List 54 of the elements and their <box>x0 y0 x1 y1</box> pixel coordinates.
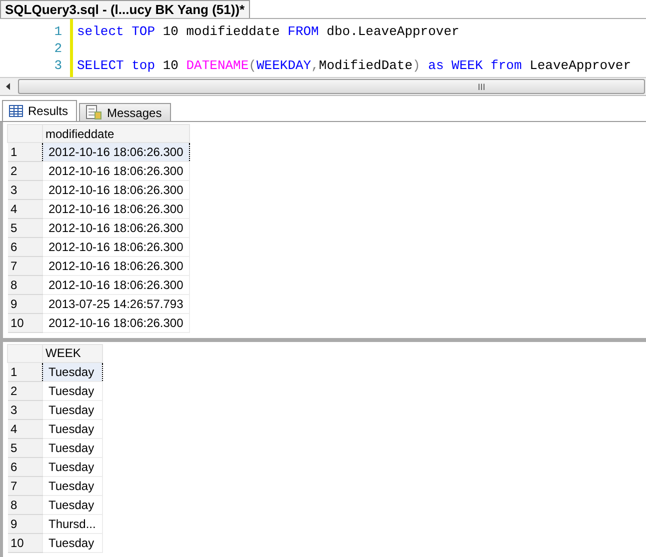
table-cell[interactable]: Tuesday <box>42 381 102 400</box>
row-number[interactable]: 3 <box>8 180 42 200</box>
row-number[interactable]: 6 <box>8 238 42 256</box>
table-cell[interactable]: 2012-10-16 18:06:26.300 <box>42 314 190 332</box>
row-number[interactable]: 7 <box>8 476 42 495</box>
row-number[interactable]: 8 <box>8 276 42 294</box>
table-cell[interactable]: 2012-10-16 18:06:26.300 <box>42 256 190 276</box>
row-number[interactable]: 2 <box>8 162 42 180</box>
row-number[interactable]: 5 <box>8 438 42 457</box>
table-cell[interactable]: 2012-10-16 18:06:26.300 <box>42 218 190 238</box>
scrollbar-thumb[interactable]: III <box>18 79 645 94</box>
row-number[interactable]: 7 <box>8 256 42 276</box>
row-number[interactable]: 3 <box>8 400 42 419</box>
table-cell[interactable]: Tuesday <box>42 457 102 476</box>
line-number: 2 <box>53 40 63 57</box>
table-cell[interactable]: Tuesday <box>42 476 102 495</box>
row-number[interactable]: 10 <box>8 533 42 552</box>
table-cell[interactable]: Tuesday <box>42 400 102 419</box>
column-header[interactable]: WEEK <box>42 344 102 362</box>
table-cell[interactable]: 2012-10-16 18:06:26.300 <box>42 142 190 162</box>
table-cell[interactable]: Thursd... <box>42 514 102 533</box>
table-cell[interactable]: 2012-10-16 18:06:26.300 <box>42 180 190 200</box>
table-cell[interactable]: Tuesday <box>42 362 102 381</box>
table-cell[interactable]: 2012-10-16 18:06:26.300 <box>42 162 190 180</box>
table-cell[interactable]: Tuesday <box>42 495 102 514</box>
line-number: 3 <box>53 57 63 74</box>
row-number[interactable]: 9 <box>8 514 42 533</box>
result-tab[interactable]: Results <box>2 100 78 121</box>
row-header-corner <box>8 124 42 142</box>
code-line: SELECT top 10 DATENAME(WEEKDAY,ModifiedDate) as WEEK from LeaveApprover <box>77 57 631 74</box>
row-number[interactable]: 6 <box>8 457 42 476</box>
row-number[interactable]: 1 <box>8 362 42 381</box>
table-cell[interactable]: 2012-10-16 18:06:26.300 <box>42 200 190 218</box>
code-line: select TOP 10 modifieddate FROM dbo.LeaveApprover <box>77 23 460 40</box>
document-tab[interactable]: SQLQuery3.sql - (l...ucy BK Yang (51))* <box>0 0 250 18</box>
row-header-corner <box>8 344 42 362</box>
table-cell[interactable]: 2012-10-16 18:06:26.300 <box>42 276 190 294</box>
column-header[interactable]: modifieddate <box>42 124 190 142</box>
row-number[interactable]: 1 <box>8 142 42 162</box>
line-number: 1 <box>53 23 63 40</box>
row-number[interactable]: 4 <box>8 419 42 438</box>
row-number[interactable]: 5 <box>8 218 42 238</box>
table-cell[interactable]: Tuesday <box>42 438 102 457</box>
row-number[interactable]: 4 <box>8 200 42 218</box>
row-number[interactable]: 8 <box>8 495 42 514</box>
table-cell[interactable]: Tuesday <box>42 533 102 552</box>
table-cell[interactable]: 2012-10-16 18:06:26.300 <box>42 238 190 256</box>
row-number[interactable]: 10 <box>8 314 42 332</box>
row-number[interactable]: 2 <box>8 381 42 400</box>
result-tab[interactable]: Messages <box>79 103 171 121</box>
table-cell[interactable]: Tuesday <box>42 419 102 438</box>
grid-icon <box>9 105 23 117</box>
row-number[interactable]: 9 <box>8 294 42 314</box>
table-cell[interactable]: 2013-07-25 14:26:57.793 <box>42 294 190 314</box>
